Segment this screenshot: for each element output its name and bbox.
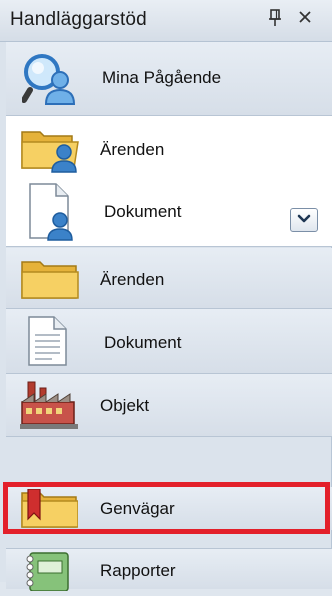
nav-item-dokument-search[interactable]: Dokument	[6, 182, 332, 244]
nav-item-rapporter[interactable]: Rapporter	[6, 549, 332, 592]
nav-item-dokument[interactable]: Dokument	[6, 309, 332, 373]
notebook-icon	[22, 551, 72, 596]
bookmark-folder-icon	[20, 488, 79, 534]
nav-item-label: Mina Pågående	[102, 68, 222, 87]
expand-dropdown-button[interactable]	[290, 208, 318, 232]
nav-item-label: Genvägar	[100, 499, 175, 518]
nav-item-genvagar[interactable]: Genvägar	[6, 487, 332, 530]
nav-item-arenden-search[interactable]: Ärenden	[6, 118, 332, 180]
magnifier-person-icon	[21, 52, 78, 111]
nav-item-label: Dokument	[104, 202, 182, 221]
nav-item-mina-pagaende[interactable]: Mina Pågående	[6, 42, 332, 115]
navigation-panel: Handläggarstöd Mina Pågående Ärenden Dok…	[0, 0, 332, 592]
document-person-icon	[26, 182, 76, 247]
nav-item-arenden[interactable]: Ärenden	[6, 248, 332, 308]
nav-item-objekt[interactable]: Objekt	[6, 374, 332, 436]
nav-item-label: Ärenden	[100, 140, 165, 159]
nav-item-label: Rapporter	[100, 561, 176, 580]
nav-item-label: Ärenden	[100, 270, 165, 289]
chevron-down-icon	[297, 211, 311, 229]
folder-icon	[20, 258, 80, 305]
factory-icon	[20, 380, 78, 435]
panel-title: Handläggarstöd	[10, 9, 147, 30]
folder-person-icon	[20, 124, 82, 179]
document-icon	[26, 315, 70, 372]
nav-item-label: Dokument	[104, 333, 182, 352]
nav-item-label: Objekt	[100, 396, 150, 415]
panel-header: Handläggarstöd	[0, 0, 332, 42]
close-icon[interactable]	[297, 8, 313, 30]
pin-icon[interactable]	[268, 8, 282, 34]
